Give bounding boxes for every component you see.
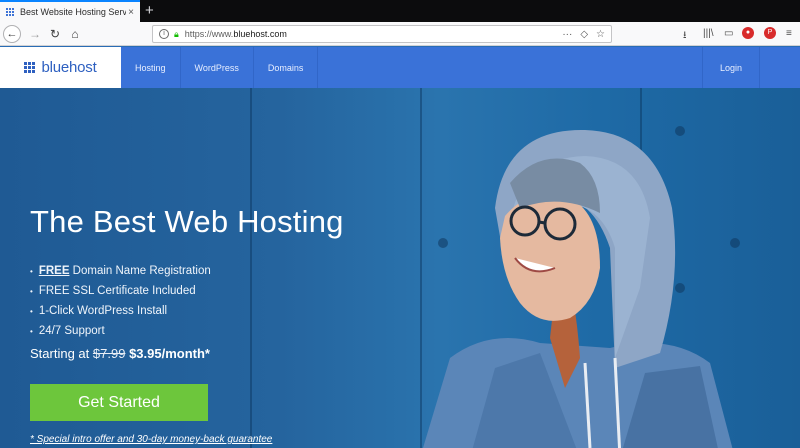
site-header: bluehost Hosting WordPress Domains Login: [0, 47, 800, 88]
feature-item: • 1-Click WordPress Install: [30, 301, 211, 321]
price-label: Starting at: [30, 346, 90, 361]
download-icon[interactable]: ⭳: [683, 28, 687, 45]
browser-toolbar: ← → ↻ ⌂ i 🔒︎ https://www.bluehost.com ··…: [0, 22, 800, 46]
forward-button[interactable]: →: [26, 25, 44, 43]
url-text[interactable]: https://www.bluehost.com: [185, 29, 555, 39]
feature-text: 24/7 Support: [38, 325, 105, 337]
feature-item: • FREE SSL Certificate Included: [30, 281, 211, 301]
site-nav: Hosting WordPress Domains: [121, 47, 319, 88]
get-started-button[interactable]: Get Started: [30, 384, 208, 421]
price-old: $7.99: [92, 346, 126, 361]
feature-text: FREE SSL Certificate Included: [38, 285, 196, 297]
pinterest-icon[interactable]: P: [764, 27, 776, 39]
pocket-icon[interactable]: ◇: [580, 29, 588, 40]
wall-panel-line: [250, 88, 252, 448]
nav-wordpress[interactable]: WordPress: [181, 47, 254, 88]
nav-hosting[interactable]: Hosting: [121, 47, 181, 88]
logo-text: bluehost: [41, 59, 97, 76]
feature-item: • 24/7 Support: [30, 321, 211, 341]
bullet-icon: •: [30, 327, 33, 336]
tab-title: Best Website Hosting Services: [20, 7, 127, 17]
bullet-icon: •: [30, 287, 33, 296]
home-button[interactable]: ⌂: [66, 25, 84, 43]
feature-item: • FREE Domain Name Registration: [30, 261, 211, 281]
new-tab-button[interactable]: +: [145, 2, 154, 20]
bullet-icon: •: [30, 267, 33, 276]
sidebar-icon[interactable]: ▭: [724, 28, 733, 39]
browser-tab-bar: Best Website Hosting Services × +: [0, 0, 800, 22]
tab-close-icon[interactable]: ×: [128, 7, 134, 18]
bullet-icon: •: [30, 307, 33, 316]
back-button[interactable]: ←: [3, 25, 21, 43]
feature-list: • FREE Domain Name Registration • FREE SSL…: [30, 261, 211, 341]
price-line: Starting at $7.99 $3.95/month*: [30, 346, 210, 361]
feature-emphasis: FREE: [38, 265, 70, 277]
feature-text: 1-Click WordPress Install: [38, 305, 168, 317]
library-icon[interactable]: |||\: [703, 28, 714, 39]
bluehost-favicon-icon: [6, 7, 15, 17]
price-new: $3.95/month*: [129, 346, 210, 361]
offer-note-link[interactable]: * Special intro offer and 30-day money-b…: [30, 434, 272, 445]
address-bar[interactable]: i 🔒︎ https://www.bluehost.com ··· ◇ ☆: [152, 25, 612, 43]
login-link[interactable]: Login: [702, 47, 760, 88]
page-actions-icon[interactable]: ···: [562, 29, 572, 40]
nav-domains[interactable]: Domains: [254, 47, 319, 88]
reload-button[interactable]: ↻: [46, 25, 64, 43]
bookmark-star-icon[interactable]: ☆: [596, 29, 605, 40]
url-domain: bluehost.com: [233, 29, 287, 39]
lock-icon: 🔒︎: [174, 28, 179, 39]
hero-person-image: [423, 129, 733, 448]
browser-tab[interactable]: Best Website Hosting Services ×: [0, 0, 140, 22]
hero-headline: The Best Web Hosting: [30, 204, 344, 239]
info-icon[interactable]: i: [159, 29, 169, 39]
hero-section: The Best Web Hosting • FREE Domain Name R…: [0, 88, 800, 448]
menu-icon[interactable]: ≡: [786, 28, 792, 39]
bluehost-logo[interactable]: bluehost: [0, 47, 121, 88]
feature-text: Domain Name Registration: [69, 265, 211, 277]
logo-grid-icon: [24, 61, 36, 74]
url-prefix: https://www.: [184, 29, 234, 39]
extension-blocker-icon[interactable]: ●: [742, 27, 754, 39]
